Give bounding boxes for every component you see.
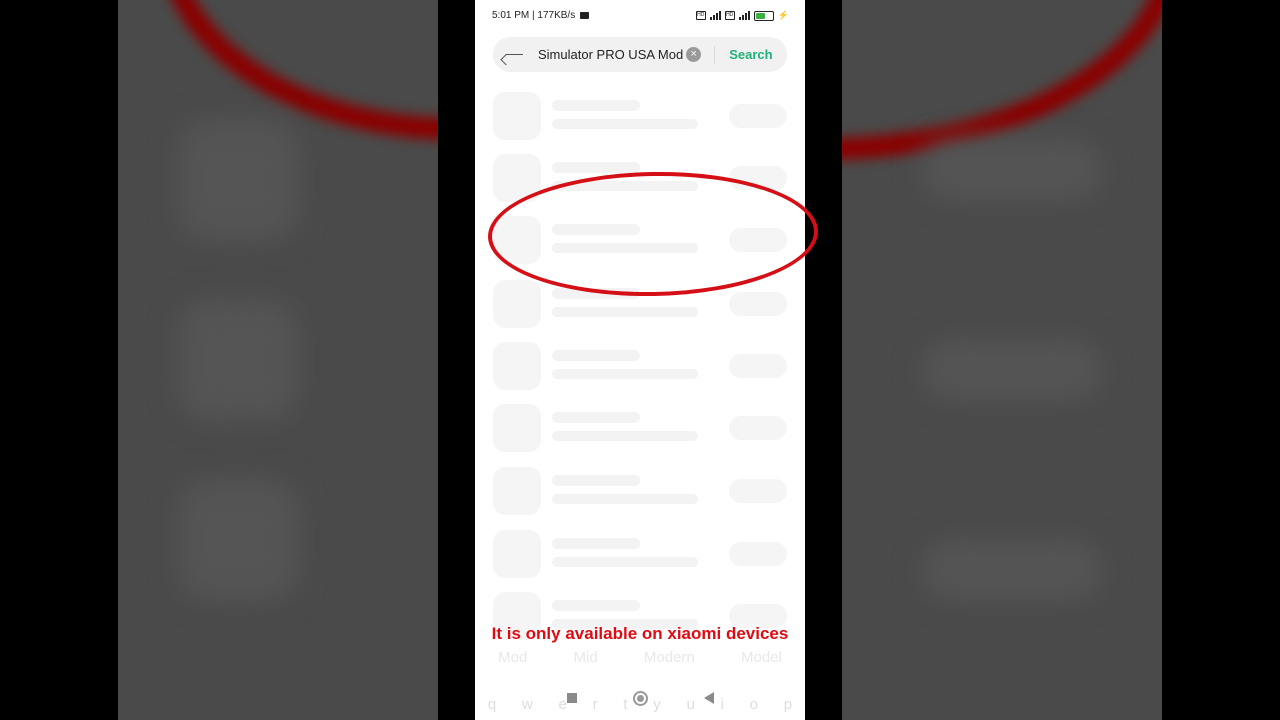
background-blob xyxy=(178,120,298,240)
background-blob xyxy=(922,540,1102,600)
background-ellipse xyxy=(842,0,1162,160)
skeleton-row xyxy=(493,404,787,452)
signal-icon xyxy=(709,11,721,20)
navigation-bar xyxy=(475,684,805,712)
background-blob xyxy=(178,300,298,420)
back-icon[interactable] xyxy=(703,692,714,704)
skeleton-row xyxy=(493,467,787,515)
keyboard-suggestion[interactable]: Mod xyxy=(498,649,527,666)
search-input[interactable]: Simulator PRO USA Mod xyxy=(538,47,683,62)
hd-icon: HD xyxy=(695,11,706,20)
charging-icon: ⚡ xyxy=(777,10,789,20)
phone-screen: 5:01 PM | 177KB/s HD HD ⚡ Simulator PRO … xyxy=(475,0,805,720)
search-bar[interactable]: Simulator PRO USA Mod × Search xyxy=(493,37,787,72)
keyboard-suggestion[interactable]: Model xyxy=(741,649,782,666)
skeleton-row xyxy=(493,92,787,140)
background-blob xyxy=(922,340,1102,400)
keyboard-suggestion[interactable]: Modern xyxy=(644,649,695,666)
keyboard-suggestion-bar: Mod Mid Modern Model xyxy=(475,642,805,672)
status-time-speed: 5:01 PM | 177KB/s xyxy=(492,10,576,21)
background-ellipse xyxy=(158,0,438,140)
clear-icon[interactable]: × xyxy=(686,47,702,62)
keyboard-suggestion[interactable]: Mid xyxy=(574,649,598,666)
signal-icon xyxy=(738,11,750,20)
skeleton-row xyxy=(493,530,787,578)
recents-icon[interactable] xyxy=(566,693,577,703)
background-blob xyxy=(178,480,298,600)
search-button[interactable]: Search xyxy=(729,47,772,62)
background-blob xyxy=(922,140,1102,200)
skeleton-row xyxy=(493,342,787,390)
status-bar: 5:01 PM | 177KB/s HD HD ⚡ xyxy=(475,0,805,32)
background-blur-right xyxy=(842,0,1162,720)
video-caption: It is only available on xiaomi devices xyxy=(491,624,789,643)
status-left: 5:01 PM | 177KB/s xyxy=(492,10,590,21)
battery-icon xyxy=(753,10,774,21)
status-right: HD HD ⚡ xyxy=(695,10,789,21)
home-icon[interactable] xyxy=(632,690,648,706)
camera-icon xyxy=(580,12,590,19)
hd-icon: HD xyxy=(724,11,735,20)
background-blur-left xyxy=(118,0,438,720)
back-arrow-icon[interactable] xyxy=(504,46,526,64)
search-divider xyxy=(714,45,716,64)
